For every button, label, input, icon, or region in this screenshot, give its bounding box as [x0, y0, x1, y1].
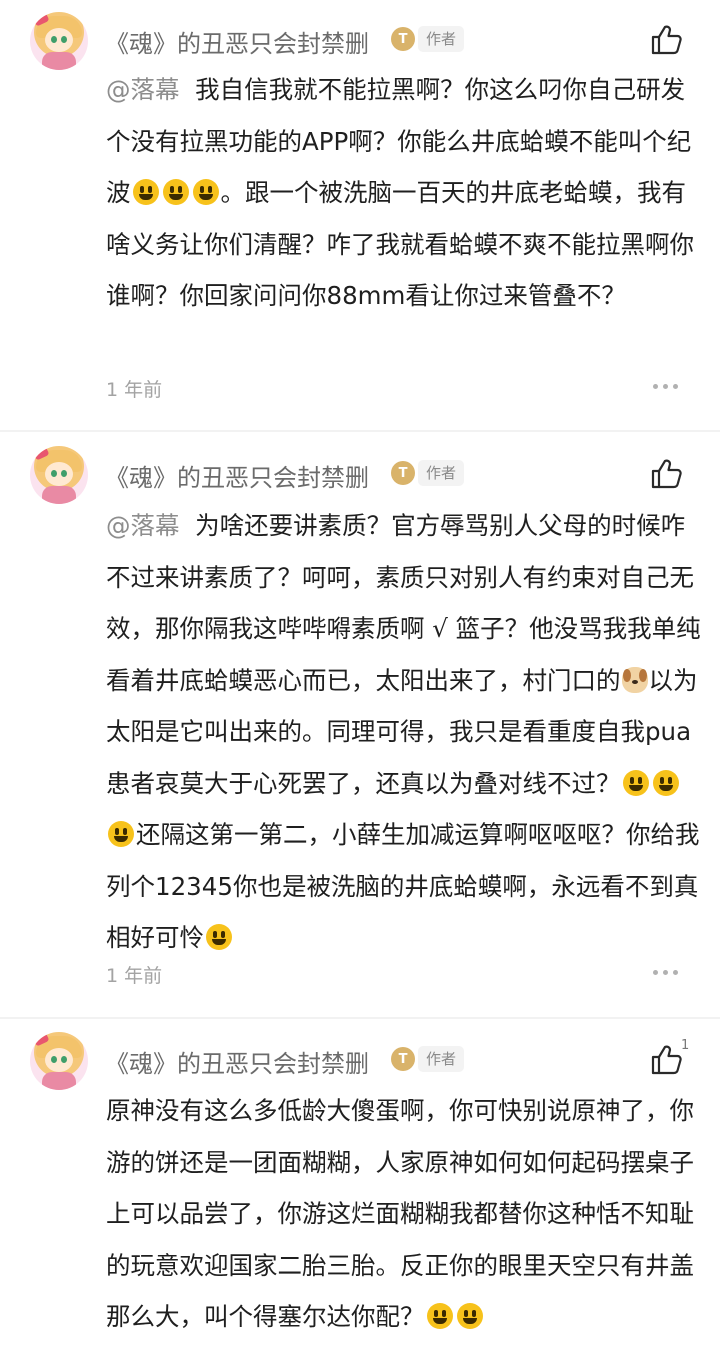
smiley-emoji — [108, 821, 134, 847]
comment-text-part: 还隔这第一第二，小薛生加减运算啊呕呕呕？你给我列个12345你也是被洗脑的井底蛤… — [106, 820, 700, 952]
thumbs-up-icon[interactable] — [650, 1044, 684, 1076]
comment-item: 《魂》的丑恶只会封禁删 T 作者 @落幕 为啥还要讲素质？官方辱骂别人父母的时候… — [0, 432, 720, 1017]
avatar[interactable] — [30, 446, 88, 504]
author-tag: 作者 — [418, 460, 465, 486]
comment-text: 原神没有这么多低龄大傻蛋啊，你可快别说原神了，你游的饼还是一团面糊糊，人家原神如… — [106, 1085, 702, 1343]
grin-emoji — [426, 1303, 453, 1329]
username[interactable]: 《魂》的丑恶只会封禁删 — [105, 458, 369, 493]
level-badge: T — [391, 461, 415, 485]
username[interactable]: 《魂》的丑恶只会封禁删 — [105, 24, 369, 59]
smiley-emoji — [622, 769, 649, 796]
avatar[interactable] — [30, 1032, 88, 1090]
like-count: 1 — [681, 1038, 690, 1053]
timestamp: 1 年前 — [106, 965, 163, 987]
mention-link[interactable]: @落幕 — [106, 511, 180, 540]
thumbs-up-icon[interactable] — [650, 458, 684, 490]
mention-link[interactable]: @落幕 — [106, 75, 180, 104]
smiley-emoji — [192, 179, 219, 205]
comment-item: 《魂》的丑恶只会封禁删 T 作者 @落幕 我自信我就不能拉黑啊？你这么叼你自己研… — [0, 0, 720, 430]
smiley-emoji — [162, 179, 189, 205]
comment-item: 《魂》的丑恶只会封禁删 T 作者 1 原神没有这么多低龄大傻蛋啊，你可快别说原神… — [0, 1019, 720, 1345]
grin-emoji — [456, 1303, 483, 1329]
comment-text: @落幕 为啥还要讲素质？官方辱骂别人父母的时候咋不过来讲素质了？呵呵，素质只对别… — [106, 500, 702, 964]
comment-text-part: 为啥还要讲素质？官方辱骂别人父母的时候咋不过来讲素质了？呵呵，素质只对别人有约束… — [106, 511, 701, 695]
author-tag: 作者 — [418, 26, 465, 52]
dog-emoji — [621, 666, 648, 693]
level-badge: T — [391, 1047, 415, 1071]
smiley-emoji — [132, 179, 159, 205]
level-badge: T — [391, 27, 415, 51]
smiley-emoji — [206, 924, 232, 950]
more-dots-icon[interactable] — [653, 384, 679, 392]
thumbs-up-icon[interactable] — [650, 24, 684, 56]
author-tag: 作者 — [418, 1046, 465, 1072]
avatar[interactable] — [30, 12, 88, 70]
comment-text: @落幕 我自信我就不能拉黑啊？你这么叼你自己研发个没有拉黑功能的APP啊？你能么… — [106, 64, 702, 322]
username[interactable]: 《魂》的丑恶只会封禁删 — [105, 1044, 369, 1079]
more-dots-icon[interactable] — [653, 970, 679, 978]
smiley-emoji — [652, 769, 679, 796]
timestamp: 1 年前 — [106, 379, 163, 401]
comment-text-part: 原神没有这么多低龄大傻蛋啊，你可快别说原神了，你游的饼还是一团面糊糊，人家原神如… — [106, 1096, 694, 1331]
